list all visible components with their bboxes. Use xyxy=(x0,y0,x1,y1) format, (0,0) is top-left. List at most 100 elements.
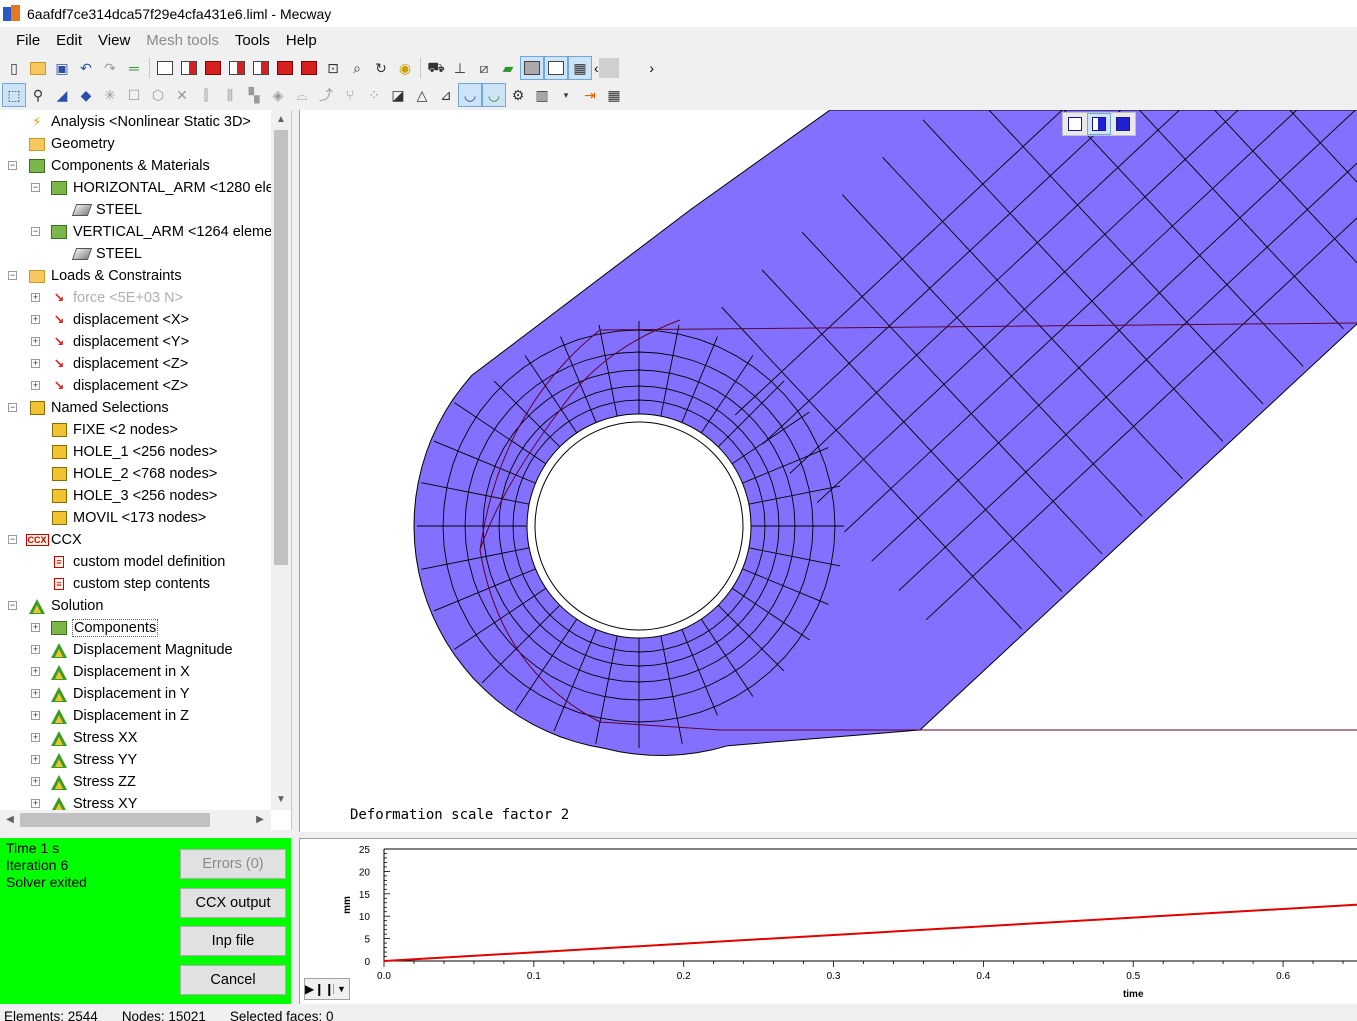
tree-components-materials[interactable]: − Components & Materials xyxy=(8,155,210,177)
zoom-box-icon[interactable]: ⊡ xyxy=(321,56,345,80)
expand-icon[interactable]: + xyxy=(31,337,40,346)
tree-horizontal-scrollbar[interactable]: ◀ ▶ xyxy=(0,810,271,830)
undo-icon[interactable]: ↶ xyxy=(74,56,98,80)
tree-loads-constraints[interactable]: − Loads & Constraints xyxy=(8,265,182,287)
triangle-mesh-icon[interactable]: △ xyxy=(410,83,434,107)
tree-displacement-z[interactable]: + ↘ displacement <Z> xyxy=(31,353,188,375)
scroll-thumb[interactable] xyxy=(20,813,210,827)
inp-file-button[interactable]: Inp file xyxy=(180,926,286,956)
open-folder-icon[interactable] xyxy=(26,56,50,80)
deform-undeformed-icon[interactable]: ◡ xyxy=(482,83,506,107)
select-face-icon[interactable]: ◆ xyxy=(74,83,98,107)
select-edge-icon[interactable]: ◢ xyxy=(50,83,74,107)
tree-geometry[interactable]: Geometry xyxy=(28,133,115,155)
view-right-icon[interactable] xyxy=(249,56,273,80)
revolve-icon[interactable]: ⫼ xyxy=(218,83,242,107)
tree-displacement-y[interactable]: + ↘ displacement <Y> xyxy=(31,331,189,353)
scroll-thumb[interactable] xyxy=(274,130,288,565)
collapse-icon[interactable]: − xyxy=(8,161,17,170)
new-file-icon[interactable]: ▯ xyxy=(2,56,26,80)
expand-icon[interactable]: + xyxy=(31,799,40,808)
tree-ccx[interactable]: − CCX CCX xyxy=(8,529,82,551)
errors-button[interactable]: Errors (0) xyxy=(180,849,286,879)
chevron-left-icon[interactable]: ‹ xyxy=(594,60,599,76)
select-star-icon[interactable]: ✳ xyxy=(98,83,122,107)
cancel-button[interactable]: Cancel xyxy=(180,965,286,995)
table-icon[interactable]: ▦ xyxy=(602,83,626,107)
shaded-view-icon[interactable] xyxy=(520,56,544,80)
tree-horizontal-arm[interactable]: − HORIZONTAL_ARM <1280 ele xyxy=(31,177,274,199)
chevron-down-icon[interactable]: ▼ xyxy=(333,984,349,994)
play-pause-icon[interactable]: ▶❙❙ xyxy=(305,982,334,996)
tree-custom-step-contents[interactable]: ≡ custom step contents xyxy=(50,573,210,595)
tree-material-steel[interactable]: STEEL xyxy=(71,243,142,265)
menu-view[interactable]: View xyxy=(90,30,138,52)
tree-stress-xx[interactable]: + Stress XX xyxy=(31,727,137,749)
tree-selection-hole-2[interactable]: HOLE_2 <768 nodes> xyxy=(50,463,217,485)
chevron-right-icon[interactable]: › xyxy=(649,60,654,76)
view-wireframe-cube-icon[interactable] xyxy=(1063,113,1087,135)
triangle-refine-icon[interactable]: ⊿ xyxy=(434,83,458,107)
tree-named-selections[interactable]: − Named Selections xyxy=(8,397,169,419)
delete-x-icon[interactable]: ✕ xyxy=(170,83,194,107)
tree-analysis[interactable]: ⚡ Analysis <Nonlinear Static 3D> xyxy=(28,111,250,133)
toolbar-overflow[interactable]: ‹ › xyxy=(594,57,654,79)
tree-vertical-arm[interactable]: − VERTICAL_ARM <1264 elemen xyxy=(31,221,280,243)
extrude-icon[interactable]: ⫿ xyxy=(194,83,218,107)
menu-edit[interactable]: Edit xyxy=(48,30,90,52)
tree-selection-hole-3[interactable]: HOLE_3 <256 nodes> xyxy=(50,485,217,507)
expand-icon[interactable]: + xyxy=(31,777,40,786)
expand-icon[interactable]: + xyxy=(31,733,40,742)
tree-selection-movil[interactable]: MOVIL <173 nodes> xyxy=(50,507,206,529)
expand-icon[interactable]: + xyxy=(31,667,40,676)
scroll-right-icon[interactable]: ▶ xyxy=(250,810,270,830)
collapse-icon[interactable]: − xyxy=(8,601,17,610)
select-pointer-icon[interactable]: ⬚ xyxy=(2,83,26,107)
collapse-icon[interactable]: − xyxy=(8,271,17,280)
scroll-left-icon[interactable]: ◀ xyxy=(0,810,20,830)
tree-displacement-z[interactable]: + ↘ displacement <Z> xyxy=(31,375,188,397)
render-mode-icon[interactable]: ⛟ xyxy=(424,56,448,80)
expand-icon[interactable]: + xyxy=(31,293,40,302)
bend-icon[interactable]: ⤴ xyxy=(314,83,338,107)
expand-icon[interactable]: + xyxy=(31,623,40,632)
axes-dropdown-icon[interactable]: ⊥ xyxy=(448,56,472,80)
tree-displacement-in-z[interactable]: + Displacement in Z xyxy=(31,705,189,727)
menu-mesh-tools[interactable]: Mesh tools xyxy=(138,30,227,52)
view-solid-cube-icon[interactable] xyxy=(1111,113,1135,135)
split-icon[interactable]: ◈ xyxy=(266,83,290,107)
play-pause-button[interactable]: ▶❙❙ ▼ xyxy=(304,978,350,1000)
select-node-icon[interactable]: ⚲ xyxy=(26,83,50,107)
tree-selection-hole-1[interactable]: HOLE_1 <256 nodes> xyxy=(50,441,217,463)
refine-icon[interactable]: ◪ xyxy=(386,83,410,107)
expand-icon[interactable]: + xyxy=(31,755,40,764)
tree-displacement-magnitude[interactable]: + Displacement Magnitude xyxy=(31,639,233,661)
view-half-cube-icon[interactable] xyxy=(1087,113,1111,135)
expand-icon[interactable]: + xyxy=(31,381,40,390)
view-left-icon[interactable] xyxy=(225,56,249,80)
tree-selection-fixe[interactable]: FIXE <2 nodes> xyxy=(50,419,178,441)
menu-tools[interactable]: Tools xyxy=(227,30,278,52)
tree-solution[interactable]: − Solution xyxy=(8,595,103,617)
view-back-icon[interactable] xyxy=(201,56,225,80)
expand-icon[interactable]: + xyxy=(31,689,40,698)
deform-shape-icon[interactable]: ◡ xyxy=(458,83,482,107)
tree-force[interactable]: + ↘ force <5E+03 N> xyxy=(31,287,183,309)
tree-stress-yy[interactable]: + Stress YY xyxy=(31,749,137,771)
scatter-icon[interactable]: ⁘ xyxy=(362,83,386,107)
expand-icon[interactable]: + xyxy=(31,645,40,654)
zoom-magnifier-icon[interactable]: ⌕ xyxy=(345,56,369,80)
tree-material-steel[interactable]: STEEL xyxy=(71,199,142,221)
menu-help[interactable]: Help xyxy=(278,30,325,52)
probe-arrow-icon[interactable]: ⇥ xyxy=(578,83,602,107)
tree-stress-zz[interactable]: + Stress ZZ xyxy=(31,771,136,793)
save-icon[interactable]: ▣ xyxy=(50,56,74,80)
view-front-icon[interactable] xyxy=(177,56,201,80)
expand-icon[interactable]: + xyxy=(31,359,40,368)
rotate-icon[interactable]: ↻ xyxy=(369,56,393,80)
expand-icon[interactable]: + xyxy=(31,711,40,720)
ccx-output-button[interactable]: CCX output xyxy=(180,888,286,918)
scroll-down-icon[interactable]: ▼ xyxy=(271,790,291,810)
tree-custom-model-definition[interactable]: ≡ custom model definition xyxy=(50,551,225,573)
collapse-icon[interactable]: − xyxy=(8,403,17,412)
